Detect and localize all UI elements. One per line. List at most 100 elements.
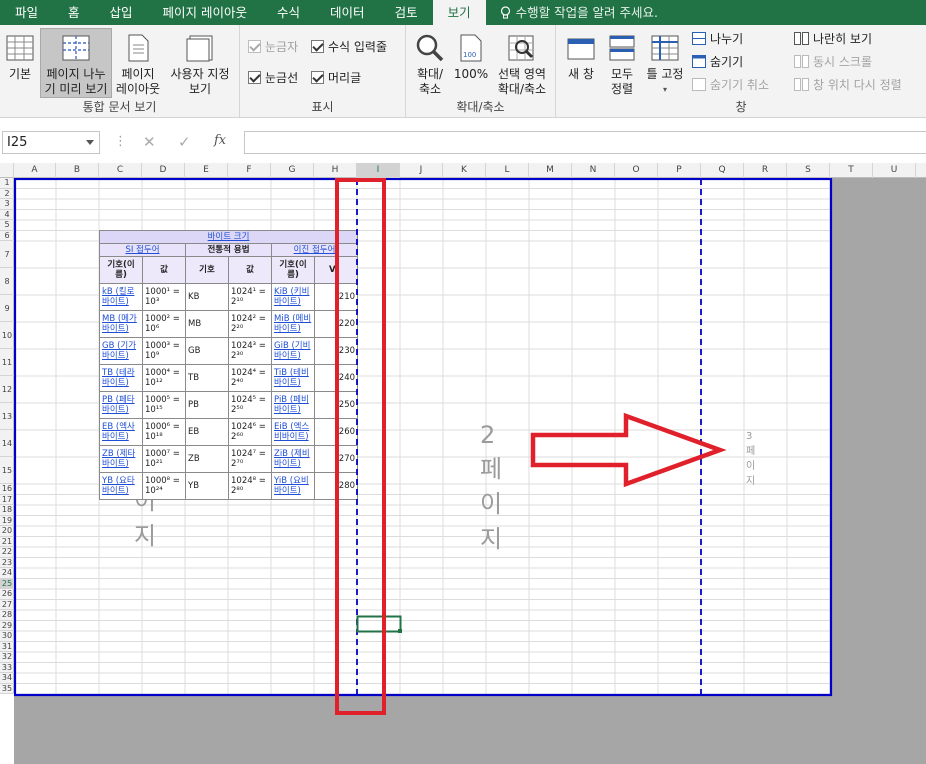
insert-function-icon[interactable]: fx (214, 133, 226, 148)
column-header-m[interactable]: M (529, 163, 572, 178)
si-symbol-cell[interactable]: ZB (제타바이트) (99, 445, 143, 473)
row-header-14[interactable]: 14 (0, 430, 14, 457)
si-prefix-header[interactable]: SI 접두어 (99, 243, 186, 257)
tab-data[interactable]: 데이터 (315, 0, 380, 25)
row-header-21[interactable]: 21 (0, 537, 14, 547)
row-header-24[interactable]: 24 (0, 568, 14, 579)
si-symbol-cell[interactable]: GB (기가바이트) (99, 337, 143, 365)
freeze-panes-button[interactable]: 틀 고정 ▾ (642, 28, 688, 98)
tab-view[interactable]: 보기 (432, 0, 486, 25)
column-header-b[interactable]: B (56, 163, 99, 178)
binary-symbol-cell[interactable]: TiB (테비바이트) (271, 364, 315, 392)
binary-symbol-cell[interactable]: ZiB (제비바이트) (271, 445, 315, 473)
column-header-o[interactable]: O (615, 163, 658, 178)
row-header-1[interactable]: 1 (0, 178, 14, 189)
column-header-h[interactable]: H (314, 163, 357, 178)
column-header-f[interactable]: F (228, 163, 271, 178)
synchronous-scrolling-button[interactable]: 동시 스크롤 (794, 53, 872, 70)
tell-me-box[interactable]: 수행할 작업을 알려 주세요. (486, 0, 658, 25)
zoom-button[interactable]: 확대/ 축소 (410, 28, 450, 98)
column-header-q[interactable]: Q (701, 163, 744, 178)
column-header-r[interactable]: R (744, 163, 787, 178)
tab-formulas[interactable]: 수식 (262, 0, 315, 25)
row-header-18[interactable]: 18 (0, 505, 14, 516)
row-header-13[interactable]: 13 (0, 403, 14, 430)
column-header-a[interactable]: A (14, 163, 56, 178)
binary-symbol-cell[interactable]: KiB (키비바이트) (271, 283, 315, 311)
si-symbol-cell[interactable]: MB (메가바이트) (99, 310, 143, 338)
row-header-2[interactable]: 2 (0, 189, 14, 199)
reset-window-position-button[interactable]: 창 위치 다시 정렬 (794, 76, 902, 93)
gridlines-checkbox[interactable]: 눈금선 (248, 69, 298, 86)
row-header-31[interactable]: 31 (0, 642, 14, 652)
row-header-27[interactable]: 27 (0, 600, 14, 610)
row-header-33[interactable]: 33 (0, 663, 14, 673)
chevron-down-icon[interactable] (86, 140, 94, 145)
row-header-26[interactable]: 26 (0, 589, 14, 600)
si-symbol-cell[interactable]: PB (페타바이트) (99, 391, 143, 419)
row-header-16[interactable]: 16 (0, 484, 14, 495)
page-layout-button[interactable]: 페이지 레이아웃 (114, 28, 162, 98)
name-box[interactable]: I25 (2, 131, 100, 154)
binary-symbol-cell[interactable]: GiB (기비바이트) (271, 337, 315, 365)
column-header-n[interactable]: N (572, 163, 615, 178)
formula-bar-checkbox[interactable]: 수식 입력줄 (311, 38, 387, 55)
new-window-button[interactable]: 새 창 (562, 28, 600, 83)
select-all-corner[interactable] (0, 163, 14, 178)
table-title[interactable]: 바이트 크기 (98, 230, 359, 244)
column-header-e[interactable]: E (185, 163, 228, 178)
column-header-l[interactable]: L (486, 163, 529, 178)
tab-file[interactable]: 파일 (0, 0, 53, 25)
row-header-7[interactable]: 7 (0, 241, 14, 268)
row-header-11[interactable]: 11 (0, 349, 14, 376)
row-header-20[interactable]: 20 (0, 526, 14, 537)
row-header-12[interactable]: 12 (0, 376, 14, 403)
column-header-d[interactable]: D (142, 163, 185, 178)
page-break-preview-button[interactable]: 페이지 나누 기 미리 보기 (40, 28, 112, 98)
tab-page-layout[interactable]: 페이지 레이아웃 (148, 0, 262, 25)
unhide-window-button[interactable]: 숨기기 취소 (692, 76, 769, 93)
binary-symbol-cell[interactable]: YiB (요비바이트) (271, 472, 315, 500)
row-header-30[interactable]: 30 (0, 631, 14, 642)
column-header-g[interactable]: G (271, 163, 314, 178)
column-header-c[interactable]: C (99, 163, 142, 178)
headings-checkbox[interactable]: 머리글 (311, 69, 361, 86)
row-header-10[interactable]: 10 (0, 322, 14, 349)
row-header-35[interactable]: 35 (0, 684, 14, 694)
tab-home[interactable]: 홈 (53, 0, 95, 25)
row-header-9[interactable]: 9 (0, 295, 14, 322)
binary-symbol-cell[interactable]: PiB (페비바이트) (271, 391, 315, 419)
row-header-3[interactable]: 3 (0, 199, 14, 210)
binary-symbol-cell[interactable]: EiB (엑스비바이트) (271, 418, 315, 446)
row-header-29[interactable]: 29 (0, 621, 14, 631)
zoom-100-button[interactable]: 100 100% (452, 28, 490, 83)
row-header-23[interactable]: 23 (0, 558, 14, 568)
hide-window-button[interactable]: 숨기기 (692, 53, 743, 70)
row-header-4[interactable]: 4 (0, 210, 14, 220)
row-header-5[interactable]: 5 (0, 220, 14, 231)
normal-view-button[interactable]: 기본 (2, 28, 38, 83)
arrange-all-button[interactable]: 모두 정렬 (604, 28, 640, 98)
enter-check-icon[interactable]: ✓ (178, 133, 191, 151)
column-header-i[interactable]: I (357, 163, 400, 178)
custom-views-button[interactable]: 사용자 지정 보기 (164, 28, 236, 98)
split-button[interactable]: 나누기 (692, 30, 743, 47)
row-header-15[interactable]: 15 (0, 457, 14, 484)
si-symbol-cell[interactable]: TB (테라바이트) (99, 364, 143, 392)
row-header-32[interactable]: 32 (0, 652, 14, 663)
column-header-u[interactable]: U (873, 163, 916, 178)
column-header-p[interactable]: P (658, 163, 701, 178)
si-symbol-cell[interactable]: YB (요타바이트) (99, 472, 143, 500)
view-side-by-side-button[interactable]: 나란히 보기 (794, 30, 872, 47)
row-header-28[interactable]: 28 (0, 610, 14, 621)
column-header-s[interactable]: S (787, 163, 830, 178)
cancel-icon[interactable]: ✕ (143, 133, 156, 151)
tab-insert[interactable]: 삽입 (95, 0, 148, 25)
row-header-25[interactable]: 25 (0, 578, 14, 589)
si-symbol-cell[interactable]: kB (킬로바이트) (99, 283, 143, 311)
zoom-to-selection-button[interactable]: 선택 영역 확대/축소 (492, 28, 552, 98)
row-header-8[interactable]: 8 (0, 268, 14, 295)
column-header-j[interactable]: J (400, 163, 443, 178)
tab-review[interactable]: 검토 (380, 0, 433, 25)
formula-input[interactable] (244, 131, 926, 154)
